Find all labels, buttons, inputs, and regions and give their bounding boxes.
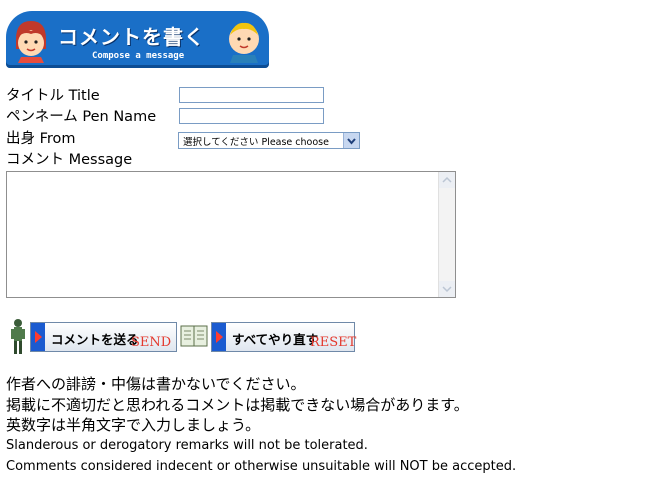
message-label: コメント Message (6, 152, 133, 168)
send-button-label: コメントを送る (51, 332, 139, 347)
banner-title: コメントを書く (58, 25, 205, 49)
note-line-4: Slanderous or derogatory remarks will no… (6, 438, 368, 453)
book-icon (180, 325, 208, 347)
chevron-down-icon[interactable] (343, 133, 359, 148)
note-line-2: 掲載に不適切だと思われるコメントは掲載できない場合があります。 (6, 396, 469, 414)
note-line-5: Comments considered indecent or otherwis… (6, 459, 517, 474)
note-line-3: 英数字は半角文字で入力しましょう。 (6, 416, 261, 434)
girl-face-icon (16, 21, 46, 63)
send-button[interactable]: コメントを送る SEND (30, 322, 177, 352)
soldier-icon (11, 319, 25, 354)
arrow-right-icon (212, 323, 226, 351)
compose-banner: コメントを書く Compose a message (6, 11, 269, 68)
reset-button-en: RESET (310, 335, 357, 350)
title-input[interactable] (179, 87, 324, 103)
pen-name-input[interactable] (179, 108, 324, 124)
arrow-right-icon (31, 323, 45, 351)
note-line-1: 作者への誹謗・中傷は書かないでください。 (6, 375, 306, 393)
scroll-down-icon[interactable] (439, 281, 455, 297)
title-label: タイトル Title (6, 88, 100, 104)
reset-button[interactable]: すべてやり直す RESET (211, 322, 357, 352)
banner-subtitle: Compose a message (92, 51, 185, 61)
message-scrollbar[interactable] (438, 172, 455, 297)
scroll-up-icon[interactable] (439, 172, 455, 188)
from-select[interactable]: 選択してください Please choose (178, 132, 360, 149)
reset-button-label: すべてやり直す (232, 332, 319, 347)
from-label: 出身 From (6, 131, 76, 147)
message-textarea[interactable] (6, 171, 456, 298)
boy-face-icon (229, 22, 259, 63)
pen-name-label: ペンネーム Pen Name (6, 109, 157, 125)
send-button-en: SEND (131, 335, 172, 350)
from-select-value: 選択してください Please choose (183, 137, 329, 148)
